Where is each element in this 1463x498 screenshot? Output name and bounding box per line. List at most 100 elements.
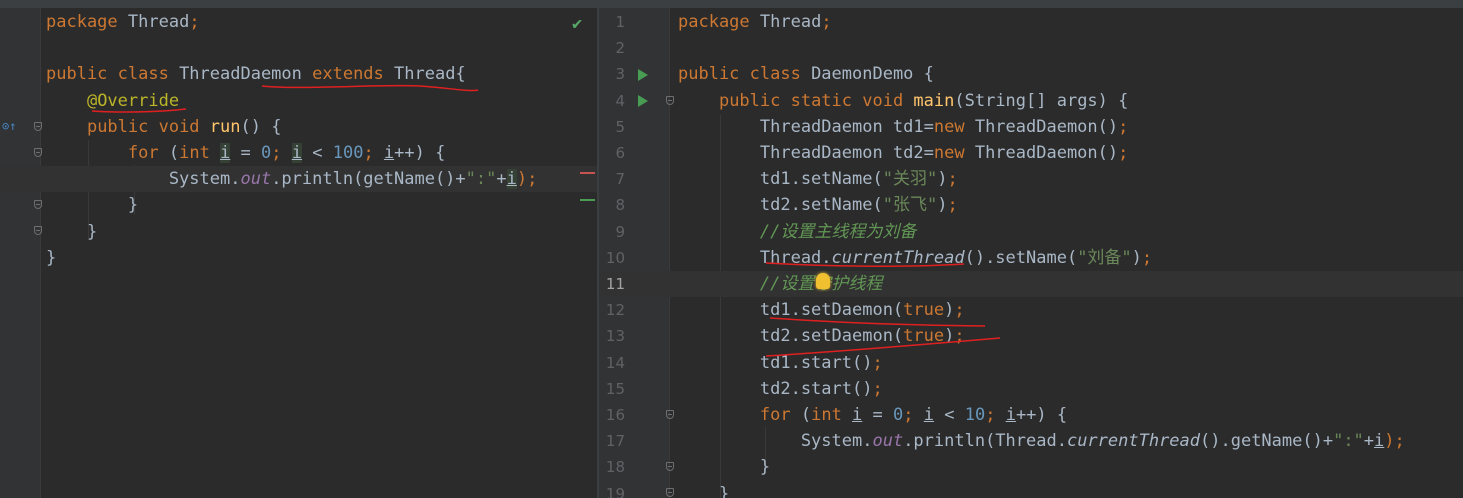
code-token: ; [1118,116,1129,137]
code-text[interactable]: td1.start(); [678,350,883,376]
code-text[interactable]: public void run() { [46,114,282,140]
code-line[interactable]: 17 System.out.println(Thread.currentThre… [599,428,1463,454]
code-token: } [678,483,730,498]
line-number: 3 [615,65,625,84]
code-line[interactable]: 9 //设置主线程为刘备 [599,219,1463,245]
code-line[interactable]: 10 Thread.currentThread().setName("刘备"); [599,245,1463,271]
code-line[interactable]: 5 ThreadDaemon td1=new ThreadDaemon(); [599,114,1463,140]
fold-icon[interactable] [34,148,42,157]
change-marker [580,172,595,174]
fold-icon[interactable] [34,226,42,235]
code-token: ) [1131,247,1142,268]
code-text[interactable]: td2.setDaemon(true); [678,323,965,349]
code-token: package [678,12,760,32]
code-token: currentThread [1066,431,1201,452]
code-token: "张飞" [882,195,938,216]
bulb-icon[interactable] [816,273,830,289]
code-text[interactable]: package Thread; [46,9,200,35]
code-line[interactable]: System.out.println(getName()+":"+i); [0,166,597,193]
code-text[interactable]: @Override [46,88,179,114]
code-text[interactable]: for (int i = 0; i < 100; i++) { [46,140,445,166]
right-editor-pane[interactable]: 1 package Thread; 2 3 public class DaemonDem… [599,0,1463,498]
code-text[interactable]: package Thread; [678,9,832,35]
code-line[interactable]: 2 [599,35,1463,61]
code-text[interactable]: //设置守护线程 [678,271,882,297]
code-token: td2.setName( [678,195,883,216]
code-line[interactable]: 12 td1.setDaemon(true); [599,297,1463,323]
code-text[interactable]: } [678,454,770,480]
code-text[interactable]: td2.setName("张飞"); [678,192,958,218]
override-icon[interactable]: ⊙↑ [2,120,16,132]
fold-icon[interactable] [666,410,674,419]
code-text[interactable]: public static void main(String[] args) { [678,88,1128,114]
code-line[interactable]: for (int i = 0; i < 100; i++) { [0,140,597,166]
left-tab-strip[interactable] [0,0,597,8]
code-token: td2.start() [678,378,873,399]
code-line[interactable]: 8 td2.setName("张飞"); [599,192,1463,218]
code-token: td2.setDaemon( [678,326,904,347]
code-token: "刘备" [1077,247,1132,268]
code-token: ; [189,12,200,32]
code-token: Thread{ [394,64,466,85]
fold-icon[interactable] [34,122,42,131]
code-text[interactable]: td1.setDaemon(true); [678,297,965,323]
line-number: 10 [605,248,625,267]
code-text[interactable]: } [678,481,729,498]
code-token: extends [312,64,395,85]
code-line[interactable]: @Override [0,88,597,114]
code-text[interactable]: System.out.println(getName()+":"+i); [46,166,537,192]
code-token: public void [86,116,210,137]
code-line[interactable]: 7 td1.setName("关羽"); [599,166,1463,192]
code-line[interactable]: } [0,219,597,245]
right-tab-strip[interactable] [599,0,1463,8]
code-text[interactable]: System.out.println(Thread.currentThread(… [678,428,1405,454]
code-token: run [209,116,241,137]
code-line[interactable]: 18 } [599,454,1463,480]
code-token: 0 [261,143,272,163]
code-text[interactable]: td1.setName("关羽"); [678,166,958,192]
code-text[interactable]: ThreadDaemon td1=new ThreadDaemon(); [678,114,1129,140]
code-token: ; [954,326,965,347]
code-line[interactable]: 19 } [599,481,1463,498]
code-line[interactable] [0,35,597,61]
code-line[interactable]: package Thread; [0,9,597,35]
code-text[interactable]: } [46,219,97,245]
run-class-icon[interactable] [638,69,648,81]
code-line[interactable]: 4 public static void main(String[] args)… [599,88,1463,114]
line-number: 11 [605,275,625,293]
code-token: ThreadDaemon td1= [678,116,934,137]
code-token: ) [937,195,948,216]
code-text[interactable]: td2.start(); [678,376,883,402]
code-token: main [913,90,955,111]
code-text[interactable]: } [46,245,56,271]
left-editor-pane[interactable]: package Thread; public class ThreadDaemon… [0,0,597,498]
code-text[interactable]: //设置主线程为刘备 [678,219,916,245]
code-line[interactable]: } [0,245,597,271]
code-line[interactable]: 16 for (int i = 0; i < 10; i++) { [599,402,1463,428]
fold-icon[interactable] [34,200,42,209]
code-text[interactable]: Thread.currentThread().setName("刘备"); [678,245,1152,271]
code-line[interactable]: 14 td1.start(); [599,350,1463,376]
code-text[interactable]: ThreadDaemon td2=new ThreadDaemon(); [678,140,1129,166]
run-main-icon[interactable] [638,95,648,107]
code-line[interactable]: 11 //设置守护线程 [599,271,1463,297]
code-line[interactable]: 1 package Thread; [599,9,1463,35]
code-text[interactable]: public class DaemonDemo { [678,61,934,87]
code-line[interactable]: public class ThreadDaemon extends Thread… [0,61,597,87]
fold-icon[interactable] [666,96,674,105]
code-text[interactable]: public class ThreadDaemon extends Thread… [46,61,466,87]
code-line[interactable]: public void run() { [0,114,597,140]
code-text[interactable]: for (int i = 0; i < 10; i++) { [678,402,1067,428]
fold-icon[interactable] [666,488,674,497]
code-line[interactable]: 3 public class DaemonDemo { [599,61,1463,87]
code-token: () { [240,116,282,137]
code-token: public static void [718,90,914,111]
code-line[interactable]: 13 td2.setDaemon(true); [599,323,1463,349]
fold-icon[interactable] [666,462,674,471]
code-line[interactable]: 15 td2.start(); [599,376,1463,402]
code-line[interactable]: 6 ThreadDaemon td2=new ThreadDaemon(); [599,140,1463,166]
code-line[interactable]: } [0,192,597,218]
code-text[interactable]: } [46,192,138,218]
